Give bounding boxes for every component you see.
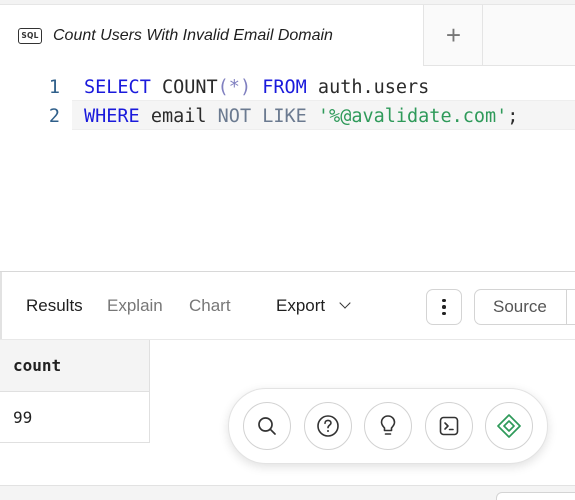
bottom-control[interactable] <box>496 492 575 500</box>
code-token: (*) <box>217 76 252 98</box>
export-dropdown[interactable]: Export <box>276 272 351 339</box>
search-button[interactable] <box>243 402 291 450</box>
code-token: WHERE <box>84 105 140 127</box>
help-button[interactable] <box>303 402 352 450</box>
tab-title: Count Users With Invalid Email Domain <box>53 26 333 44</box>
code-line-2[interactable]: 2 WHERE email NOT LIKE '%@avalidate.com'… <box>0 101 519 131</box>
code-text: WHERE email NOT LIKE '%@avalidate.com'; <box>84 106 518 127</box>
code-token: ; <box>507 105 519 127</box>
line-number: 1 <box>48 76 60 98</box>
tab-results[interactable]: Results <box>0 272 83 339</box>
code-token: NOT LIKE <box>217 105 307 127</box>
code-token: SELECT <box>84 76 151 98</box>
code-text: SELECT COUNT(*) FROM auth.users <box>84 77 429 98</box>
code-token: FROM <box>262 76 307 98</box>
terminal-icon <box>439 416 458 436</box>
code-token: COUNT <box>161 76 218 98</box>
column-header-count[interactable]: count <box>0 340 150 392</box>
tab-chart[interactable]: Chart <box>189 272 231 339</box>
vertical-ellipsis-icon <box>442 298 446 303</box>
source-separator <box>566 289 567 325</box>
terminal-button[interactable] <box>424 402 473 450</box>
line-number: 2 <box>48 105 60 127</box>
lightbulb-icon <box>380 415 396 435</box>
more-options-button[interactable] <box>426 289 462 325</box>
floating-action-bar <box>228 388 548 464</box>
sql-file-icon: SQL <box>18 27 42 44</box>
code-token: auth.users <box>306 76 430 98</box>
code-token: '%@avalidate.com' <box>317 105 508 127</box>
search-icon <box>258 417 276 435</box>
new-tab-button[interactable]: + <box>425 5 483 66</box>
code-line-1[interactable]: 1 SELECT COUNT(*) FROM auth.users <box>0 72 429 102</box>
sql-editor[interactable]: 1 SELECT COUNT(*) FROM auth.users 2 WHER… <box>0 66 575 271</box>
results-toolbar: Results Explain Chart Export Source <box>0 272 575 339</box>
tab-explain[interactable]: Explain <box>107 272 163 339</box>
tab-query[interactable]: SQL Count Users With Invalid Email Domai… <box>0 5 424 66</box>
bottom-status-strip <box>0 485 575 500</box>
diamond-button[interactable] <box>485 402 533 450</box>
source-label: Source <box>493 297 547 316</box>
code-token: email <box>139 105 218 127</box>
table-cell[interactable]: 99 <box>0 392 150 443</box>
tab-bar: SQL Count Users With Invalid Email Domai… <box>0 0 575 66</box>
source-button[interactable]: Source <box>474 289 575 325</box>
help-icon <box>316 415 339 437</box>
hint-button[interactable] <box>364 402 412 450</box>
diamond-target-icon <box>497 414 521 438</box>
chevron-down-icon <box>339 297 351 309</box>
export-label: Export <box>276 295 326 315</box>
